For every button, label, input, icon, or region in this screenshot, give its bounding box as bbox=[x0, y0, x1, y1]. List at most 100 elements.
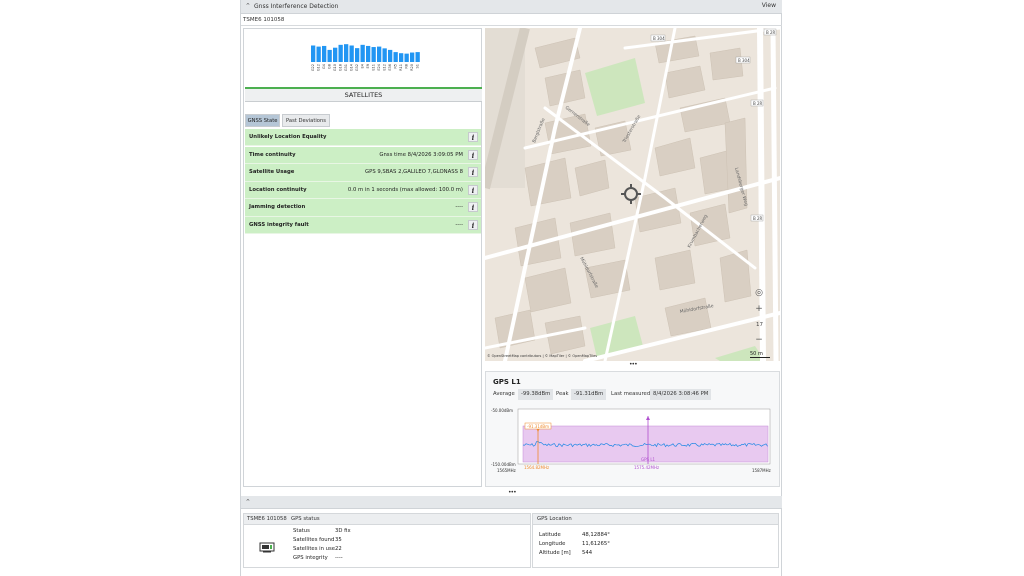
peak-label: Peak bbox=[556, 391, 569, 397]
bottom-splitter-handle[interactable]: ••• bbox=[508, 489, 517, 496]
tab-past-deviations[interactable]: Past Deviations bbox=[282, 114, 330, 127]
info-icon[interactable]: i bbox=[468, 132, 478, 142]
road-badge: B 2R bbox=[753, 101, 763, 106]
status-row-location-continuity: Location continuity 0.0 m in 1 seconds (… bbox=[245, 181, 481, 200]
collapse-chevron-icon[interactable]: ⌃ bbox=[245, 2, 251, 10]
gps-info-panel: ⌃ TSME6 101058 GPS status Status 3D fix … bbox=[241, 496, 782, 576]
gps-l1-panel: GPS L1 Average -99.38dBm Peak -91.31dBm … bbox=[485, 371, 780, 487]
gps-location-card: GPS Location Latitude 48,12884° Longitud… bbox=[532, 513, 779, 568]
satellite-bar-E24 bbox=[377, 46, 382, 62]
satellite-bar-G18 bbox=[338, 44, 343, 62]
gnss-status-list: Unlikely Location Equality i Time contin… bbox=[245, 129, 481, 235]
status-label: Location continuity bbox=[249, 186, 307, 193]
device-name: TSME6 101058 bbox=[243, 17, 285, 23]
zoom-level: 17 bbox=[756, 322, 763, 328]
satellite-id-label: R11 bbox=[399, 64, 403, 71]
receiver-device-icon bbox=[259, 542, 275, 553]
satellite-id-label: E9 bbox=[366, 64, 370, 68]
gps-integrity-key: GPS integrity bbox=[293, 555, 328, 561]
satellites-panel: G22 G12 G4 G8 G10 G18 G31 G14 G32 E4 E9 E11 E24 E12 E3… bbox=[245, 30, 482, 102]
satellite-id-label: G10 bbox=[333, 64, 337, 71]
x-axis-right-label: 1587MHz bbox=[752, 468, 771, 473]
status-row-jamming-detection: Jamming detection ---- i bbox=[245, 199, 481, 217]
altitude-value: 544 bbox=[582, 550, 593, 556]
satellite-bar-E36 bbox=[388, 49, 393, 62]
satellite-bar-G32 bbox=[355, 48, 360, 62]
status-key: Status bbox=[293, 528, 310, 534]
gps-status-header: TSME6 101058 GPS status bbox=[244, 514, 530, 525]
satellite-id-label: E12 bbox=[383, 64, 387, 71]
location-map[interactable]: B 304 B 2R B 304 B 2R B 2R Gernerstraße … bbox=[485, 28, 780, 361]
satellite-id-label: G8 bbox=[328, 64, 332, 69]
y-axis-top-label: -50.00dBm bbox=[491, 408, 513, 413]
status-label: Jamming detection bbox=[249, 204, 306, 211]
divider bbox=[241, 25, 782, 26]
satellite-id-label: R20 bbox=[410, 64, 414, 71]
window-title: Gnss Interference Detection bbox=[254, 3, 339, 10]
satellite-id-label: G22 bbox=[311, 64, 315, 71]
locate-icon[interactable]: ◎ bbox=[752, 287, 766, 299]
satellite-bar-R20 bbox=[410, 52, 415, 62]
road-badge: B 2R bbox=[766, 30, 776, 35]
status-label: Unlikely Location Equality bbox=[249, 134, 327, 140]
satellite-id-label: E24 bbox=[377, 63, 381, 70]
satellite-id-label: G4 bbox=[322, 63, 326, 69]
status-row-location-equality: Unlikely Location Equality i bbox=[245, 129, 481, 147]
satellite-bar-E11 bbox=[371, 47, 376, 62]
last-measured-label: Last measured bbox=[611, 391, 651, 397]
satellite-id-label: S1 bbox=[416, 64, 420, 68]
satellite-bar-R11 bbox=[399, 53, 404, 62]
map-canvas[interactable]: B 304 B 2R B 304 B 2R B 2R Gernerstraße … bbox=[485, 28, 780, 361]
satellite-bar-G8 bbox=[327, 49, 332, 62]
map-scale: 50 m bbox=[750, 351, 770, 358]
gps-location-header: GPS Location bbox=[533, 514, 778, 525]
tab-gnss-state[interactable]: GNSS State bbox=[245, 114, 280, 127]
left-pane: G22 G12 G4 G8 G10 G18 G31 G14 G32 E4 E9 E11 E24 E12 E3… bbox=[243, 28, 482, 487]
average-label: Average bbox=[493, 391, 515, 397]
satellite-id-label: E4 bbox=[361, 63, 365, 68]
satellite-bar-E12 bbox=[382, 48, 387, 62]
satellite-bar-G10 bbox=[333, 47, 338, 62]
road-badge: B 304 bbox=[738, 58, 750, 63]
satellite-id-label: G18 bbox=[339, 64, 343, 71]
gps-spectrum-chart: -50.00dBm -150.00dBm 1565MHz 1587MHz -91… bbox=[491, 408, 771, 473]
info-icon[interactable]: i bbox=[468, 167, 478, 178]
gps-panel-title: GPS L1 bbox=[493, 378, 521, 386]
info-icon[interactable]: i bbox=[468, 149, 478, 160]
satellite-bar-G31 bbox=[344, 44, 349, 62]
road-badge: B 2R bbox=[753, 216, 763, 221]
average-value: -99.38dBm bbox=[518, 389, 554, 400]
satellite-id-label: R8 bbox=[405, 64, 409, 69]
satellite-signal-chart: G22 G12 G4 G8 G10 G18 G31 G14 G32 E4 E9 E11 E24 E12 E3… bbox=[311, 44, 420, 71]
satellite-id-label: G12 bbox=[317, 64, 321, 71]
gnss-app: ⌃ Gnss Interference Detection View TSME6… bbox=[240, 0, 782, 576]
altitude-key: Altitude [m] bbox=[539, 550, 571, 556]
status-row-integrity-fault: GNSS integrity fault ---- i bbox=[245, 216, 481, 235]
satellite-bar-E4 bbox=[360, 44, 365, 62]
satellite-bar-R5 bbox=[393, 52, 398, 62]
last-measured-value: 8/4/2026 3:08:46 PM bbox=[650, 389, 712, 400]
peak-marker-label: -91.31dBm bbox=[527, 424, 549, 429]
zoom-out-button[interactable]: − bbox=[752, 334, 766, 346]
map-splitter-handle[interactable]: ••• bbox=[629, 361, 638, 368]
info-icon[interactable]: i bbox=[468, 219, 478, 230]
view-button[interactable]: View bbox=[759, 2, 779, 10]
peak-frequency-label: 1564.82MHz bbox=[524, 465, 549, 470]
zoom-in-button[interactable]: + bbox=[752, 303, 766, 315]
map-attribution: © OpenStreetMap contributors | © MapTile… bbox=[487, 354, 598, 358]
info-icon[interactable]: i bbox=[468, 184, 478, 195]
gps-integrity-value: ---- bbox=[335, 555, 343, 561]
status-value: GPS 9,SBAS 2,GALILEO 7,GLONASS 8 bbox=[365, 169, 463, 176]
satellite-bar-R8 bbox=[404, 53, 409, 62]
info-icon[interactable]: i bbox=[468, 202, 478, 213]
title-bar: ⌃ Gnss Interference Detection View bbox=[241, 0, 782, 14]
status-label: Time continuity bbox=[249, 151, 296, 158]
gps-status-card: TSME6 101058 GPS status Status 3D fix Sa… bbox=[243, 513, 531, 568]
x-axis-left-label: 1565MHz bbox=[497, 468, 516, 473]
longitude-key: Longitude bbox=[539, 541, 566, 547]
status-value: 0.0 m in 1 seconds (max allowed: 100.0 m… bbox=[347, 186, 463, 193]
status-label: GNSS integrity fault bbox=[249, 221, 309, 228]
center-frequency-label: 1575.42MHz bbox=[634, 465, 659, 470]
collapse-chevron-icon[interactable]: ⌃ bbox=[245, 498, 251, 506]
status-row-satellite-usage: Satellite Usage GPS 9,SBAS 2,GALILEO 7,G… bbox=[245, 164, 481, 182]
